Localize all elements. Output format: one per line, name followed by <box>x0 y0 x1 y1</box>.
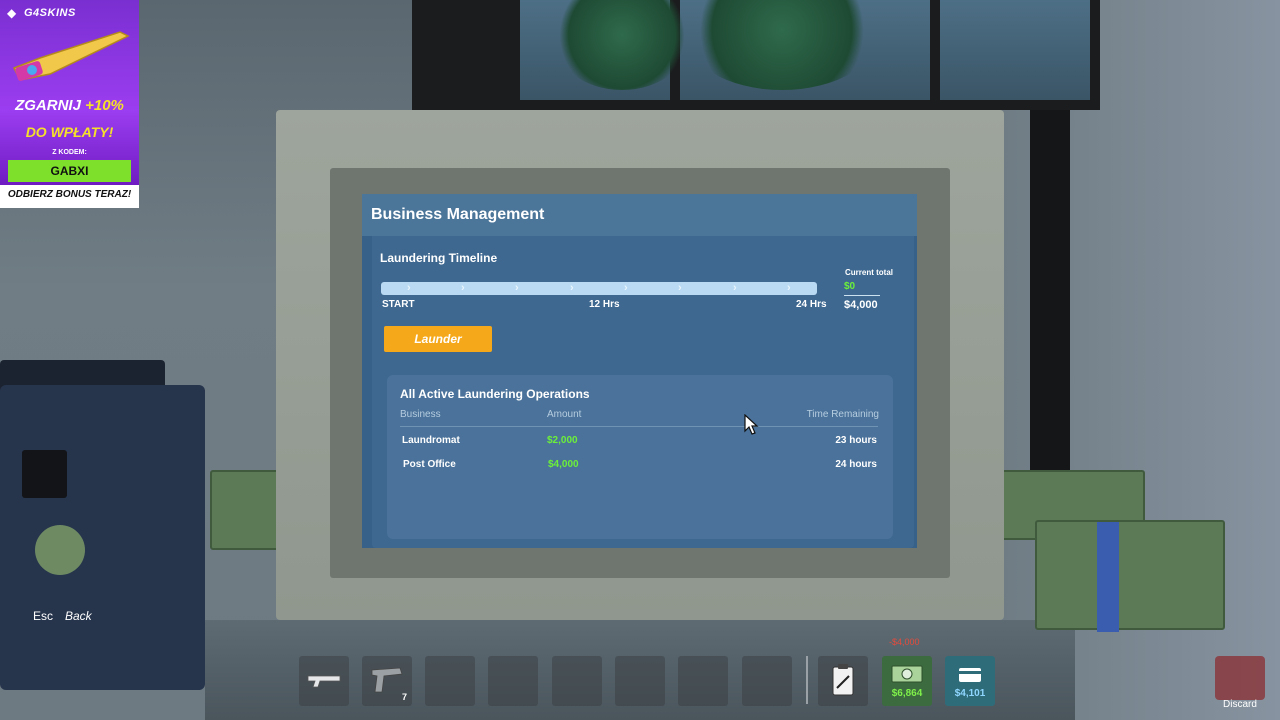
ammo-count: 7 <box>402 692 408 702</box>
back-hint[interactable]: Back <box>65 609 92 623</box>
operations-title: All Active Laundering Operations <box>400 387 590 401</box>
row-amount: $2,000 <box>547 435 578 446</box>
clipboard-icon <box>832 664 854 696</box>
current-total-label: Current total <box>845 268 893 277</box>
sponsor-ad[interactable]: ◆ G4SKINS ZGARNIJ +10% DO WPŁATY! Z KODE… <box>0 0 139 208</box>
row-business: Post Office <box>403 459 456 470</box>
chevron-right-icon: › <box>733 282 737 294</box>
screen-title: Business Management <box>371 206 545 223</box>
ad-headline-bonus: +10% <box>85 97 124 114</box>
screen-header: Business Management <box>362 194 917 236</box>
chevron-right-icon: › <box>407 282 411 294</box>
laundering-timeline-bar: › › › › › › › › <box>381 282 817 295</box>
hotbar-divider <box>806 656 808 704</box>
discard-slot[interactable] <box>1215 656 1265 700</box>
chevron-right-icon: › <box>461 282 465 294</box>
chevron-right-icon: › <box>787 282 791 294</box>
row-business: Laundromat <box>402 435 460 446</box>
hotbar-slot-7[interactable] <box>678 656 728 706</box>
ad-headline-line2: DO WPŁATY! <box>25 124 114 140</box>
hotbar-slot-2[interactable]: 7 <box>362 656 412 706</box>
column-header-amount: Amount <box>547 409 582 420</box>
current-total-value: $0 <box>844 281 856 292</box>
ad-cta[interactable]: ODBIERZ BONUS TERAZ! <box>0 189 139 200</box>
clipboard-slot[interactable] <box>818 656 868 706</box>
discard-label: Discard <box>1223 699 1257 710</box>
chevron-right-icon: › <box>570 282 574 294</box>
cash-slot[interactable]: $6,864 <box>882 656 932 706</box>
credit-card-icon <box>959 668 981 682</box>
current-total-divider <box>844 295 880 296</box>
cash-icon <box>891 665 923 683</box>
knife-skin-icon <box>12 31 130 81</box>
row-time-remaining: 23 hours <box>835 435 877 446</box>
row-amount: $4,000 <box>548 459 579 470</box>
machine-display <box>22 450 67 498</box>
column-header-time-remaining: Time Remaining <box>806 409 879 420</box>
current-total-max: $4,000 <box>844 299 878 311</box>
chevron-right-icon: › <box>515 282 519 294</box>
background-door <box>1030 110 1070 490</box>
launder-button[interactable]: Launder <box>384 326 492 352</box>
background-window <box>412 0 1100 110</box>
cash-stack <box>1035 520 1225 632</box>
dollar-badge-icon <box>35 525 85 575</box>
ad-promo-code: GABXI <box>8 160 131 182</box>
mouse-cursor-icon <box>744 414 759 435</box>
pistol-icon <box>307 675 341 688</box>
cash-deduction: -$4,000 <box>889 637 920 647</box>
row-time-remaining: 24 hours <box>835 459 877 470</box>
hotbar-slot-1[interactable] <box>299 656 349 706</box>
ad-headline-text: ZGARNIJ <box>15 97 86 114</box>
header-divider <box>400 426 878 427</box>
hotbar-slot-8[interactable] <box>742 656 792 706</box>
ad-brand: G4SKINS <box>24 7 76 19</box>
table-row: Post Office $4,000 24 hours <box>387 459 893 475</box>
bank-card-slot[interactable]: $4,101 <box>945 656 995 706</box>
timeline-end-label: 24 Hrs <box>796 299 827 310</box>
timeline-title: Laundering Timeline <box>380 251 498 265</box>
table-row: Laundromat $2,000 23 hours <box>387 435 893 451</box>
timeline-mid-label: 12 Hrs <box>589 299 620 310</box>
column-header-business: Business <box>400 409 441 420</box>
hotbar-slot-6[interactable] <box>615 656 665 706</box>
cash-counter-machine <box>0 385 205 690</box>
pistol-icon <box>371 667 403 693</box>
hotbar-slot-3[interactable] <box>425 656 475 706</box>
cash-value: $6,864 <box>891 688 923 699</box>
window-pane <box>940 0 1090 100</box>
wolf-logo-icon: ◆ <box>7 6 17 20</box>
esc-key-label: Esc <box>33 609 54 623</box>
card-balance: $4,101 <box>954 688 986 699</box>
business-management-screen: Business Management Laundering Timeline … <box>362 194 917 548</box>
cash-band <box>1097 522 1119 632</box>
active-operations-panel: All Active Laundering Operations Busines… <box>387 375 893 539</box>
chevron-right-icon: › <box>678 282 682 294</box>
chevron-right-icon: › <box>624 282 628 294</box>
timeline-start-label: START <box>382 299 415 310</box>
hotbar-slot-5[interactable] <box>552 656 602 706</box>
hotbar-slot-4[interactable] <box>488 656 538 706</box>
ad-code-label: Z KODEM: <box>52 149 87 156</box>
ad-headline: ZGARNIJ +10% <box>0 97 139 114</box>
